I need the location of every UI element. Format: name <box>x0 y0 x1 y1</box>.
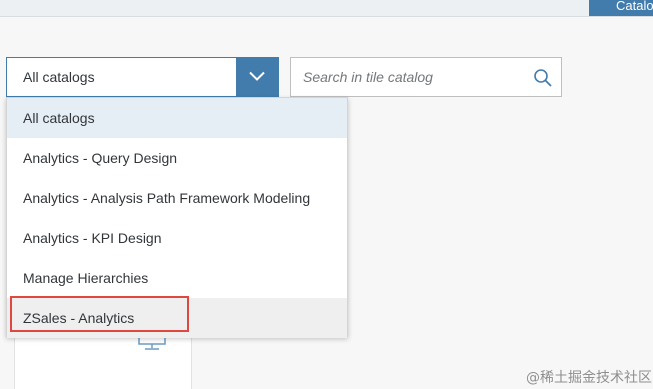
dropdown-item-manage-hierarchies[interactable]: Manage Hierarchies <box>7 258 347 298</box>
dropdown-item-zsales-analytics[interactable]: ZSales - Analytics <box>7 298 347 338</box>
search-button[interactable] <box>533 68 553 88</box>
catalog-select[interactable]: All catalogs <box>6 57 279 97</box>
dropdown-item-apf-modeling[interactable]: Analytics - Analysis Path Framework Mode… <box>7 178 347 218</box>
search-field[interactable] <box>290 57 562 97</box>
watermark: @稀土掘金技术社区 <box>526 370 652 386</box>
dropdown-item-query-design[interactable]: Analytics - Query Design <box>7 138 347 178</box>
search-icon <box>534 69 552 87</box>
chevron-down-icon <box>249 71 265 81</box>
search-input[interactable] <box>303 58 523 96</box>
catalog-select-toggle[interactable] <box>236 57 278 97</box>
top-bar: Catalog <box>0 0 653 17</box>
catalog-dropdown-list: All catalogs Analytics - Query Design An… <box>6 97 348 338</box>
dropdown-item-kpi-design[interactable]: Analytics - KPI Design <box>7 218 347 258</box>
catalog-select-value: All catalogs <box>23 69 95 85</box>
dropdown-item-all-catalogs[interactable]: All catalogs <box>7 98 347 138</box>
catalog-button[interactable]: Catalog <box>589 0 653 16</box>
